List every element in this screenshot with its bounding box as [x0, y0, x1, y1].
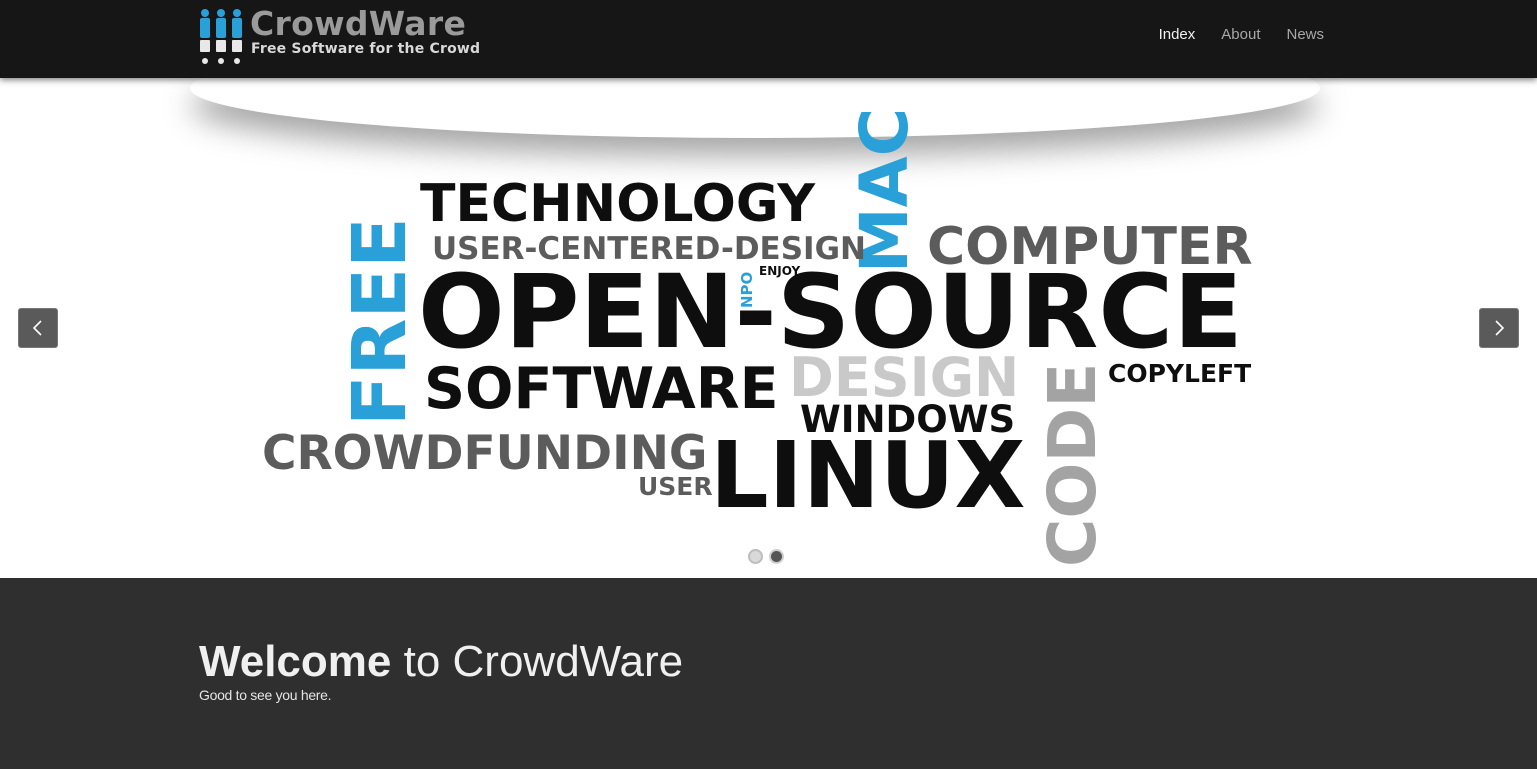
- carousel-prev-button[interactable]: [18, 308, 58, 348]
- carousel-indicators: [748, 549, 784, 564]
- hero-carousel: TECHNOLOGY MAC USER-CENTERED-DESIGN COMP…: [0, 78, 1537, 578]
- word-technology: TECHNOLOGY: [420, 174, 816, 234]
- word-user: USER: [638, 472, 713, 501]
- logo-title: CrowdWare: [250, 4, 467, 43]
- nav-index[interactable]: Index: [1159, 26, 1196, 43]
- top-navbar: CrowdWare Free Software for the Crowd In…: [0, 0, 1537, 78]
- word-copyleft: COPYLEFT: [1108, 359, 1252, 388]
- word-code: CODE: [1034, 362, 1111, 567]
- welcome-subtitle: Good to see you here.: [199, 687, 332, 703]
- word-design: DESIGN: [789, 346, 1020, 409]
- chevron-right-icon: [1495, 320, 1505, 336]
- welcome-heading: Welcome to CrowdWare: [199, 640, 683, 684]
- main-nav: Index About News: [1159, 26, 1324, 43]
- welcome-heading-rest: to CrowdWare: [391, 637, 684, 686]
- word-cloud: TECHNOLOGY MAC USER-CENTERED-DESIGN COMP…: [0, 78, 1537, 578]
- welcome-section: Welcome to CrowdWare Good to see you her…: [199, 640, 683, 704]
- chevron-left-icon: [32, 320, 42, 336]
- welcome-heading-bold: Welcome: [199, 637, 392, 686]
- carousel-dot-2[interactable]: [769, 549, 784, 564]
- nav-about[interactable]: About: [1221, 26, 1260, 43]
- carousel-dot-1[interactable]: [748, 549, 763, 564]
- carousel-next-button[interactable]: [1479, 308, 1519, 348]
- logo-people-icon: [200, 9, 242, 64]
- word-free: FREE: [337, 217, 423, 426]
- logo-subtitle: Free Software for the Crowd: [251, 41, 481, 57]
- word-software: SOFTWARE: [424, 356, 779, 422]
- nav-news[interactable]: News: [1286, 26, 1324, 43]
- word-crowdfunding: CROWDFUNDING: [262, 426, 708, 481]
- word-linux: LINUX: [710, 422, 1026, 529]
